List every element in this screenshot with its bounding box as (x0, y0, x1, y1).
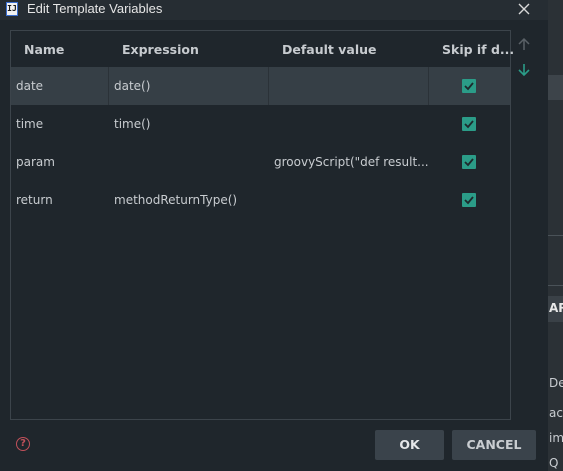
move-down-button[interactable] (514, 62, 534, 78)
table-header: Name Expression Default value Skip if d.… (11, 31, 514, 67)
help-icon[interactable]: ? (16, 437, 30, 451)
cell-expression[interactable] (109, 143, 269, 181)
checkmark-icon (464, 120, 474, 129)
column-header-default-value[interactable]: Default value (282, 42, 376, 57)
cell-default-value[interactable] (269, 105, 429, 143)
checkmark-icon (464, 158, 474, 167)
edit-template-variables-dialog: IJ Edit Template Variables Name Expressi… (0, 0, 548, 471)
cell-expression[interactable]: methodReturnType() (109, 181, 269, 219)
cancel-button[interactable]: CANCEL (452, 430, 536, 460)
intellij-logo-icon: IJ (6, 2, 18, 16)
cell-expression[interactable]: time() (109, 105, 269, 143)
variables-table: Name Expression Default value Skip if d.… (10, 30, 514, 420)
background-app-text: AR (549, 301, 563, 315)
cell-default-value[interactable] (269, 67, 429, 105)
cell-name[interactable]: time (11, 105, 109, 143)
table-row[interactable]: param groovyScript("def result... (11, 143, 510, 181)
background-app-divider (548, 285, 563, 286)
column-header-skip-if-defined[interactable]: Skip if d... (442, 42, 514, 57)
table-row[interactable]: return methodReturnType() (11, 181, 510, 219)
arrow-down-icon (518, 64, 530, 77)
background-app-text: im (549, 431, 563, 445)
cell-name[interactable]: return (11, 181, 109, 219)
skip-if-defined-checkbox[interactable] (462, 193, 476, 207)
checkmark-icon (464, 196, 474, 205)
skip-if-defined-checkbox[interactable] (462, 79, 476, 93)
table-row[interactable]: time time() (11, 105, 510, 143)
move-up-button[interactable] (514, 37, 534, 53)
cell-expression[interactable]: date() (109, 67, 269, 105)
table-row[interactable]: date date() (11, 67, 510, 105)
title-bar[interactable]: IJ Edit Template Variables (0, 0, 548, 20)
cell-default-value[interactable] (269, 181, 429, 219)
cell-name[interactable]: param (11, 143, 109, 181)
column-header-expression[interactable]: Expression (122, 42, 199, 57)
background-app-highlight (548, 75, 563, 100)
arrow-up-icon (518, 37, 530, 50)
background-app-text: Q (549, 456, 559, 470)
close-icon (518, 3, 530, 15)
skip-if-defined-checkbox[interactable] (462, 155, 476, 169)
background-app-divider (548, 235, 563, 236)
ok-button[interactable]: OK (375, 430, 444, 460)
background-app-text: ac (549, 406, 563, 420)
dialog-title: Edit Template Variables (27, 1, 163, 16)
background-app-text: De (549, 376, 563, 390)
checkmark-icon (464, 82, 474, 91)
column-header-name[interactable]: Name (24, 42, 64, 57)
cell-default-value[interactable]: groovyScript("def result... (269, 143, 429, 181)
cell-name[interactable]: date (11, 67, 109, 105)
close-button[interactable] (512, 0, 536, 18)
skip-if-defined-checkbox[interactable] (462, 117, 476, 131)
